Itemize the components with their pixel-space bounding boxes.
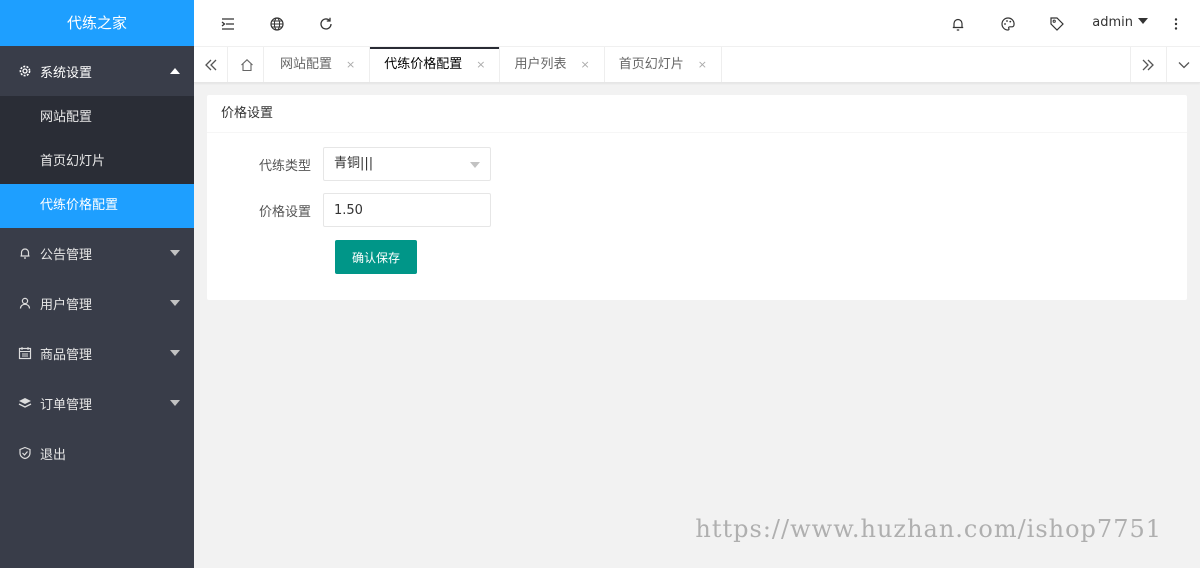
- sidebar-item-site-config[interactable]: 网站配置: [0, 96, 194, 140]
- chevron-up-icon: [170, 68, 180, 74]
- price-input[interactable]: [323, 193, 491, 227]
- user-menu[interactable]: admin: [1092, 15, 1148, 30]
- close-icon[interactable]: ×: [346, 47, 355, 82]
- form-row-price: 价格设置: [207, 193, 491, 227]
- sidebar-item-label: 退出: [40, 447, 67, 463]
- bell-icon[interactable]: [950, 16, 966, 32]
- tab-scroll-left-button[interactable]: [194, 47, 228, 82]
- app-logo[interactable]: 代练之家: [0, 0, 194, 46]
- type-select[interactable]: 青铜|||: [323, 147, 491, 181]
- close-icon[interactable]: ×: [580, 47, 589, 82]
- sidebar-group-label: 订单管理: [40, 397, 93, 413]
- tab-site-config[interactable]: 网站配置 ×: [266, 47, 371, 82]
- sidebar-item-price-config[interactable]: 代练价格配置: [0, 184, 194, 228]
- tab-user-list[interactable]: 用户列表 ×: [500, 47, 605, 82]
- type-label: 代练类型: [258, 158, 311, 174]
- tab-bar: 网站配置 × 代练价格配置 × 用户列表 × 首页幻灯片 ×: [194, 47, 1200, 83]
- user-icon: [18, 296, 32, 310]
- more-vertical-icon[interactable]: [1168, 16, 1184, 32]
- gear-icon: [18, 64, 32, 78]
- sidebar-group-users[interactable]: 用户管理: [0, 278, 194, 328]
- refresh-icon[interactable]: [318, 16, 334, 32]
- tab-scroll-right-button[interactable]: [1130, 47, 1164, 82]
- close-icon[interactable]: ×: [698, 47, 707, 82]
- tab-list: 网站配置 × 代练价格配置 × 用户列表 × 首页幻灯片 ×: [266, 47, 722, 82]
- tab-menu-dropdown[interactable]: [1166, 47, 1200, 82]
- tab-label: 用户列表: [514, 57, 567, 72]
- sidebar-group-label: 系统设置: [40, 65, 93, 81]
- form-row-type: 代练类型 青铜|||: [207, 147, 491, 181]
- sidebar-group-products[interactable]: 商品管理: [0, 328, 194, 378]
- tag-icon[interactable]: [1049, 16, 1065, 32]
- top-header: admin: [194, 0, 1200, 47]
- calendar-icon: [18, 346, 32, 360]
- chevron-down-icon: [170, 300, 180, 306]
- sidebar-group-label: 商品管理: [40, 347, 93, 363]
- tab-label: 代练价格配置: [384, 57, 463, 72]
- chevron-down-icon: [170, 350, 180, 356]
- palette-icon[interactable]: [1000, 16, 1016, 32]
- globe-icon[interactable]: [269, 16, 285, 32]
- sidebar-group-system-settings[interactable]: 系统设置: [0, 46, 194, 96]
- price-label: 价格设置: [258, 204, 311, 220]
- price-settings-card: 价格设置 代练类型 青铜||| 价格设置 确认保存: [207, 95, 1187, 300]
- chevron-down-icon: [170, 250, 180, 256]
- bell-icon: [18, 246, 32, 260]
- shield-check-icon: [18, 446, 32, 460]
- user-name: admin: [1092, 15, 1133, 30]
- sidebar-item-logout[interactable]: 退出: [0, 428, 194, 478]
- sidebar-group-announcements[interactable]: 公告管理: [0, 228, 194, 278]
- tab-home-slides[interactable]: 首页幻灯片 ×: [605, 47, 722, 82]
- sidebar: 代练之家 系统设置 网站配置 首页幻灯片 代练价格配置 公告管理 用户管理 商品…: [0, 0, 194, 568]
- home-icon: [240, 58, 253, 71]
- chevron-down-icon: [170, 400, 180, 406]
- card-title: 价格设置: [207, 95, 1187, 133]
- close-icon[interactable]: ×: [476, 47, 485, 82]
- sidebar-group-orders[interactable]: 订单管理: [0, 378, 194, 428]
- double-chevron-left-icon: [204, 59, 216, 70]
- sidebar-submenu-system: 网站配置 首页幻灯片 代练价格配置: [0, 96, 194, 228]
- sidebar-group-label: 公告管理: [40, 247, 93, 263]
- menu-fold-icon[interactable]: [220, 16, 236, 32]
- save-button[interactable]: 确认保存: [335, 240, 417, 274]
- tab-label: 首页幻灯片: [618, 57, 684, 72]
- type-select-value: 青铜|||: [334, 156, 374, 171]
- sidebar-group-label: 用户管理: [40, 297, 93, 313]
- caret-down-icon: [1138, 18, 1148, 24]
- layers-icon: [18, 396, 32, 410]
- chevron-down-icon: [1178, 61, 1189, 68]
- tab-label: 网站配置: [280, 57, 333, 72]
- sidebar-item-home-slides[interactable]: 首页幻灯片: [0, 140, 194, 184]
- watermark-text: https://www.huzhan.com/ishop7751: [695, 515, 1162, 543]
- caret-down-icon: [470, 162, 480, 168]
- tab-price-config[interactable]: 代练价格配置 ×: [370, 47, 501, 82]
- double-chevron-right-icon: [1142, 59, 1154, 70]
- tab-home[interactable]: [230, 47, 264, 82]
